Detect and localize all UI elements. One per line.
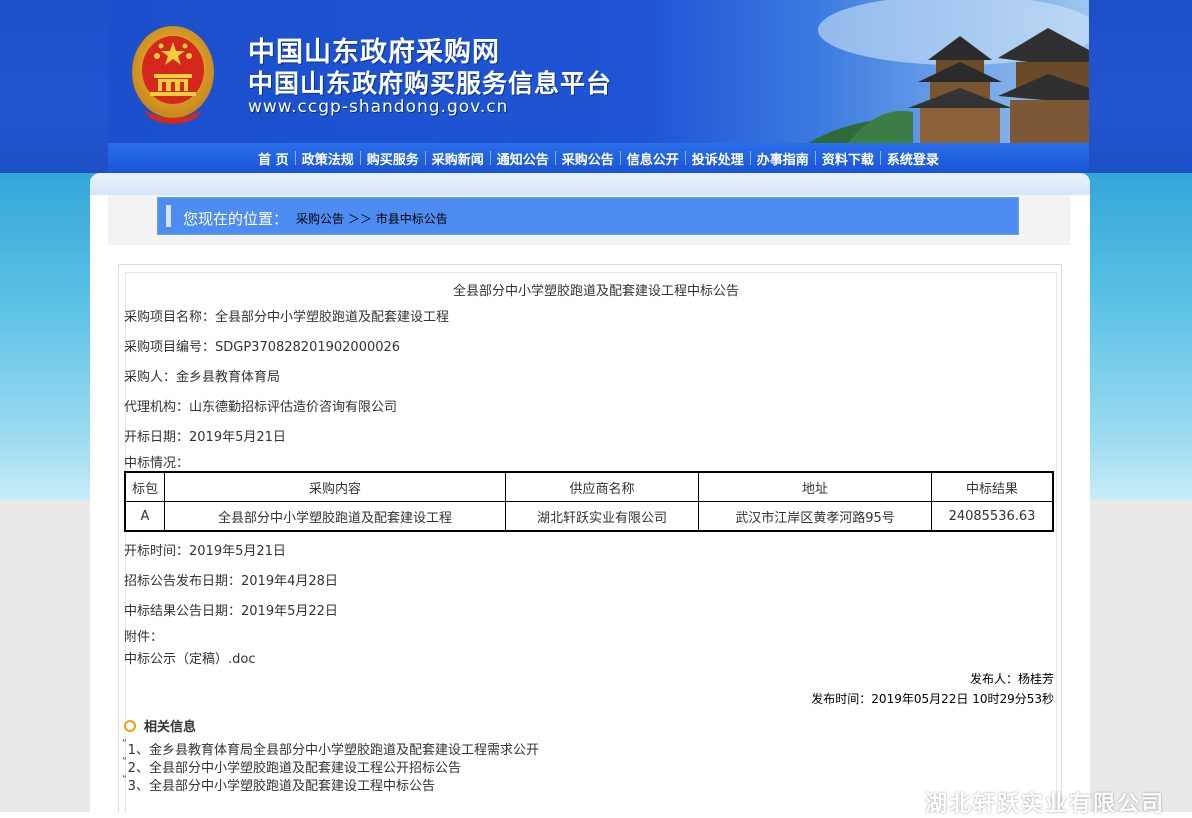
table-cell: 24085536.63 [931, 501, 1054, 532]
table-cell: 湖北轩跃实业有限公司 [505, 501, 699, 532]
bid-open-time: 开标时间：2019年5月21日 [124, 544, 286, 559]
attachment-link[interactable]: 中标公示（定稿）.doc [124, 648, 256, 667]
breadcrumb-separator: ＞＞ [347, 212, 372, 226]
nav-info-disclosure[interactable]: 信息公开 [621, 149, 685, 168]
table-cell: 武汉市江岸区黄孝河路95号 [698, 501, 932, 532]
purchaser: 采购人：金乡县教育体育局 [124, 370, 281, 385]
award-heading: 中标情况： [124, 456, 190, 471]
related-item-label: 2、全县部分中小学塑胶跑道及配套建设工程公开招标公告 [127, 761, 461, 776]
related-item[interactable]: ”3、全县部分中小学塑胶跑道及配套建设工程中标公告 [122, 775, 435, 794]
nav-home[interactable]: 首 页 [252, 149, 295, 168]
table-header-row: 标包 采购内容 供应商名称 地址 中标结果 [124, 471, 1054, 502]
site-header: 中国山东政府采购网 中国山东政府购买服务信息平台 www.ccgp-shando… [108, 0, 1089, 143]
nav-purchase-service[interactable]: 购买服务 [361, 149, 425, 168]
nav-notices[interactable]: 通知公告 [491, 149, 555, 168]
nav-complaints[interactable]: 投诉处理 [686, 149, 750, 168]
related-item-label: 3、全县部分中小学塑胶跑道及配套建设工程中标公告 [127, 779, 435, 794]
nav-guide[interactable]: 办事指南 [751, 149, 815, 168]
related-item-label: 1、金乡县教育体育局全县部分中小学塑胶跑道及配套建设工程需求公开 [127, 743, 539, 758]
table-row: A 全县部分中小学塑胶跑道及配套建设工程 湖北轩跃实业有限公司 武汉市江岸区黄孝… [124, 501, 1054, 532]
national-emblem-icon [132, 26, 214, 124]
table-cell: A [124, 501, 165, 532]
breadcrumb-accent [166, 205, 171, 227]
circle-bullet-icon [124, 720, 136, 732]
table-header-cell: 中标结果 [931, 471, 1054, 502]
breadcrumb-path: 采购公告 ＞＞ 市县中标公告 [296, 210, 448, 227]
publish-time: 发布时间：2019年05月22日 10时29分53秒 [811, 692, 1054, 706]
nav-policy[interactable]: 政策法规 [296, 149, 360, 168]
table-header-cell: 供应商名称 [505, 471, 699, 502]
watermark-text: 湖北轩跃实业有限公司 [925, 792, 1166, 817]
award-table: 标包 采购内容 供应商名称 地址 中标结果 A 全县部分中小学塑胶跑道及配套建设… [124, 471, 1054, 532]
quote-bullet-icon: ” [122, 739, 127, 749]
site-title-secondary: 中国山东政府购买服务信息平台 [248, 69, 613, 98]
table-cell: 全县部分中小学塑胶跑道及配套建设工程 [164, 501, 506, 532]
container-header-strip [90, 173, 1090, 195]
agency: 代理机构：山东德勤招标评估造价咨询有限公司 [124, 400, 398, 415]
nav-login[interactable]: 系统登录 [881, 149, 945, 168]
notice-title: 全县部分中小学塑胶跑道及配套建设工程中标公告 [452, 284, 739, 299]
breadcrumb-procurement-announcements[interactable]: 采购公告 [296, 212, 344, 226]
breadcrumb: 您现在的位置： 采购公告 ＞＞ 市县中标公告 [157, 197, 1019, 235]
breadcrumb-label: 您现在的位置： [183, 210, 289, 228]
nav-news[interactable]: 采购新闻 [426, 149, 490, 168]
nav-downloads[interactable]: 资料下载 [816, 149, 880, 168]
project-code: 采购项目编号：SDGP370828201902000026 [124, 340, 401, 355]
related-item[interactable]: ”1、金乡县教育体育局全县部分中小学塑胶跑道及配套建设工程需求公开 [122, 739, 539, 758]
table-header-cell: 地址 [698, 471, 932, 502]
main-nav: 首 页 政策法规 购买服务 采购新闻 通知公告 采购公告 信息公开 投诉处理 办… [108, 143, 1089, 173]
related-info-heading: 相关信息 [124, 716, 196, 735]
bid-open-date: 开标日期：2019年5月21日 [124, 430, 286, 445]
table-header-cell: 采购内容 [164, 471, 506, 502]
quote-bullet-icon: ” [122, 757, 127, 767]
nav-procurement-announcements[interactable]: 采购公告 [556, 149, 620, 168]
related-info-title: 相关信息 [144, 720, 197, 735]
project-name: 采购项目名称：全县部分中小学塑胶跑道及配套建设工程 [124, 310, 450, 325]
breadcrumb-county-award-notices[interactable]: 市县中标公告 [376, 212, 448, 226]
attachment-heading: 附件： [124, 630, 164, 645]
quote-bullet-icon: ” [122, 775, 127, 785]
table-header-cell: 标包 [124, 471, 165, 502]
pavilion-banner-image [808, 0, 1089, 143]
publisher: 发布人：杨桂芳 [969, 672, 1054, 686]
site-url: www.ccgp-shandong.gov.cn [248, 97, 509, 117]
result-publish-date: 中标结果公告日期：2019年5月22日 [124, 604, 338, 619]
tender-publish-date: 招标公告发布日期：2019年4月28日 [124, 574, 338, 589]
related-item[interactable]: ”2、全县部分中小学塑胶跑道及配套建设工程公开招标公告 [122, 757, 461, 776]
